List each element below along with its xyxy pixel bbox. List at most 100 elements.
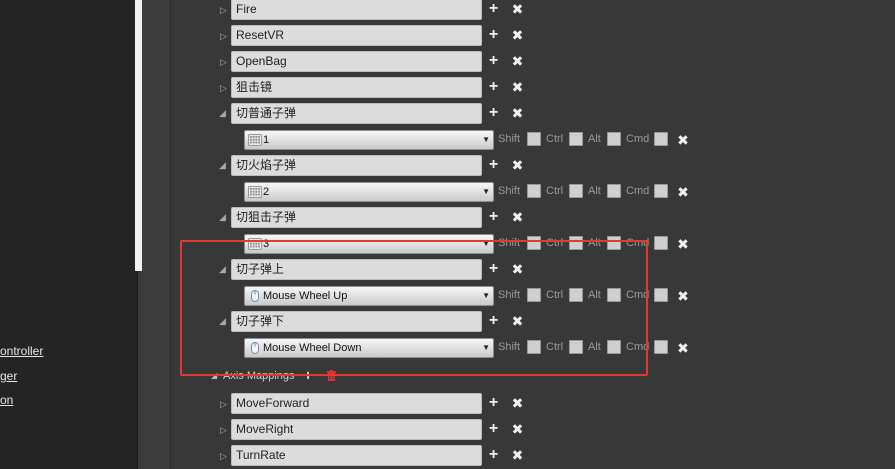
expanded-arrow-icon[interactable]: ◢ xyxy=(219,316,226,326)
mapping-name-input[interactable]: Fire xyxy=(231,0,482,20)
mapping-name-input[interactable]: OpenBag xyxy=(231,51,482,72)
plus-icon[interactable]: + xyxy=(487,52,500,70)
key-selector[interactable]: Mouse Wheel Down ▼ xyxy=(244,338,494,358)
x-icon[interactable]: ✖ xyxy=(511,78,524,96)
plus-icon[interactable]: + xyxy=(487,104,500,122)
cmd-checkbox[interactable] xyxy=(654,132,668,146)
alt-checkbox[interactable] xyxy=(607,340,621,354)
trash-icon[interactable] xyxy=(327,370,336,381)
x-icon[interactable]: ✖ xyxy=(677,288,689,304)
plus-icon[interactable]: + xyxy=(487,394,500,412)
expanded-arrow-icon[interactable]: ◢ xyxy=(219,108,226,118)
key-label: 1 xyxy=(263,134,270,146)
collapsed-arrow-icon[interactable]: ▷ xyxy=(220,31,227,41)
mapping-row: ◢ 切狙击子弹 + ✖ xyxy=(0,205,895,231)
chevron-down-icon: ▼ xyxy=(482,187,490,196)
x-icon[interactable]: ✖ xyxy=(677,340,689,356)
cmd-checkbox[interactable] xyxy=(654,184,668,198)
shift-checkbox[interactable] xyxy=(527,132,541,146)
cmd-checkbox[interactable] xyxy=(654,340,668,354)
collapsed-arrow-icon[interactable]: ▷ xyxy=(220,451,227,461)
mapping-row: ▷ MoveRight + ✖ xyxy=(0,417,895,443)
key-selector[interactable]: 3 ▼ xyxy=(244,234,494,254)
expanded-arrow-icon[interactable]: ◢ xyxy=(219,212,226,222)
ctrl-checkbox[interactable] xyxy=(569,236,583,250)
x-icon[interactable]: ✖ xyxy=(677,236,689,252)
cmd-label: Cmd xyxy=(626,133,650,145)
cmd-checkbox[interactable] xyxy=(654,288,668,302)
x-icon[interactable]: ✖ xyxy=(511,104,524,122)
mapping-row: ▷ TurnRate + ✖ xyxy=(0,443,895,469)
shift-checkbox[interactable] xyxy=(527,288,541,302)
mapping-name-input[interactable]: TurnRate xyxy=(231,445,482,466)
alt-checkbox[interactable] xyxy=(607,236,621,250)
plus-icon[interactable]: + xyxy=(487,208,500,226)
mapping-name-input[interactable]: MoveForward xyxy=(231,393,482,414)
plus-icon[interactable]: + xyxy=(487,26,500,44)
key-selector[interactable]: Mouse Wheel Up ▼ xyxy=(244,286,494,306)
x-icon[interactable]: ✖ xyxy=(677,132,689,148)
ctrl-label: Ctrl xyxy=(546,237,564,249)
key-selector[interactable]: 2 ▼ xyxy=(244,182,494,202)
shift-checkbox[interactable] xyxy=(527,184,541,198)
x-icon[interactable]: ✖ xyxy=(511,0,524,18)
cmd-label: Cmd xyxy=(626,289,650,301)
plus-icon[interactable]: + xyxy=(487,420,500,438)
x-icon[interactable]: ✖ xyxy=(677,184,689,200)
x-icon[interactable]: ✖ xyxy=(511,446,524,464)
plus-icon[interactable]: + xyxy=(487,78,500,96)
x-icon[interactable]: ✖ xyxy=(511,420,524,438)
mapping-name-input[interactable]: 狙击镜 xyxy=(231,77,482,98)
chevron-down-icon: ▼ xyxy=(482,291,490,300)
collapse-arrow-icon[interactable]: ◢ xyxy=(211,371,217,380)
mapping-row: ▷ MoveForward + ✖ xyxy=(0,391,895,417)
key-binding-row: 3 ▼ Shift Ctrl Alt Cmd ✖ xyxy=(0,231,895,257)
key-selector[interactable]: 1 ▼ xyxy=(244,130,494,150)
mapping-name-input[interactable]: 切子弹下 xyxy=(231,311,482,332)
key-binding-row: Mouse Wheel Up ▼ Shift Ctrl Alt Cmd ✖ xyxy=(0,283,895,309)
ctrl-checkbox[interactable] xyxy=(569,340,583,354)
collapsed-arrow-icon[interactable]: ▷ xyxy=(220,83,227,93)
shift-label: Shift xyxy=(498,185,521,197)
plus-icon[interactable]: + xyxy=(487,0,500,18)
mapping-name-input[interactable]: MoveRight xyxy=(231,419,482,440)
mapping-name-input[interactable]: 切普通子弹 xyxy=(231,103,482,124)
shift-checkbox[interactable] xyxy=(527,236,541,250)
mapping-name-input[interactable]: 切狙击子弹 xyxy=(231,207,482,228)
mapping-name-input[interactable]: 切火焰子弹 xyxy=(231,155,482,176)
x-icon[interactable]: ✖ xyxy=(511,156,524,174)
ctrl-checkbox[interactable] xyxy=(569,184,583,198)
collapsed-arrow-icon[interactable]: ▷ xyxy=(220,5,227,15)
x-icon[interactable]: ✖ xyxy=(511,52,524,70)
plus-icon[interactable]: + xyxy=(487,446,500,464)
cmd-checkbox[interactable] xyxy=(654,236,668,250)
plus-icon[interactable]: + xyxy=(487,312,500,330)
mapping-name-input[interactable]: ResetVR xyxy=(231,25,482,46)
alt-checkbox[interactable] xyxy=(607,132,621,146)
mapping-name-input[interactable]: 切子弹上 xyxy=(231,259,482,280)
expanded-arrow-icon[interactable]: ◢ xyxy=(219,160,226,170)
plus-icon[interactable]: + xyxy=(487,156,500,174)
x-icon[interactable]: ✖ xyxy=(511,208,524,226)
add-axis-mapping-icon[interactable]: + xyxy=(304,367,312,383)
ctrl-checkbox[interactable] xyxy=(569,132,583,146)
x-icon[interactable]: ✖ xyxy=(511,312,524,330)
collapsed-arrow-icon[interactable]: ▷ xyxy=(220,399,227,409)
x-icon[interactable]: ✖ xyxy=(511,394,524,412)
collapsed-arrow-icon[interactable]: ▷ xyxy=(220,425,227,435)
axis-mappings-label: Axis Mappings xyxy=(223,370,295,382)
plus-icon[interactable]: + xyxy=(487,260,500,278)
ctrl-checkbox[interactable] xyxy=(569,288,583,302)
chevron-down-icon: ▼ xyxy=(482,135,490,144)
collapsed-arrow-icon[interactable]: ▷ xyxy=(220,57,227,67)
alt-checkbox[interactable] xyxy=(607,288,621,302)
x-icon[interactable]: ✖ xyxy=(511,260,524,278)
alt-label: Alt xyxy=(588,133,601,145)
shift-checkbox[interactable] xyxy=(527,340,541,354)
ctrl-label: Ctrl xyxy=(546,341,564,353)
expanded-arrow-icon[interactable]: ◢ xyxy=(219,264,226,274)
x-icon[interactable]: ✖ xyxy=(511,26,524,44)
alt-checkbox[interactable] xyxy=(607,184,621,198)
chevron-down-icon: ▼ xyxy=(482,343,490,352)
key-binding-row: Mouse Wheel Down ▼ Shift Ctrl Alt Cmd ✖ xyxy=(0,335,895,361)
